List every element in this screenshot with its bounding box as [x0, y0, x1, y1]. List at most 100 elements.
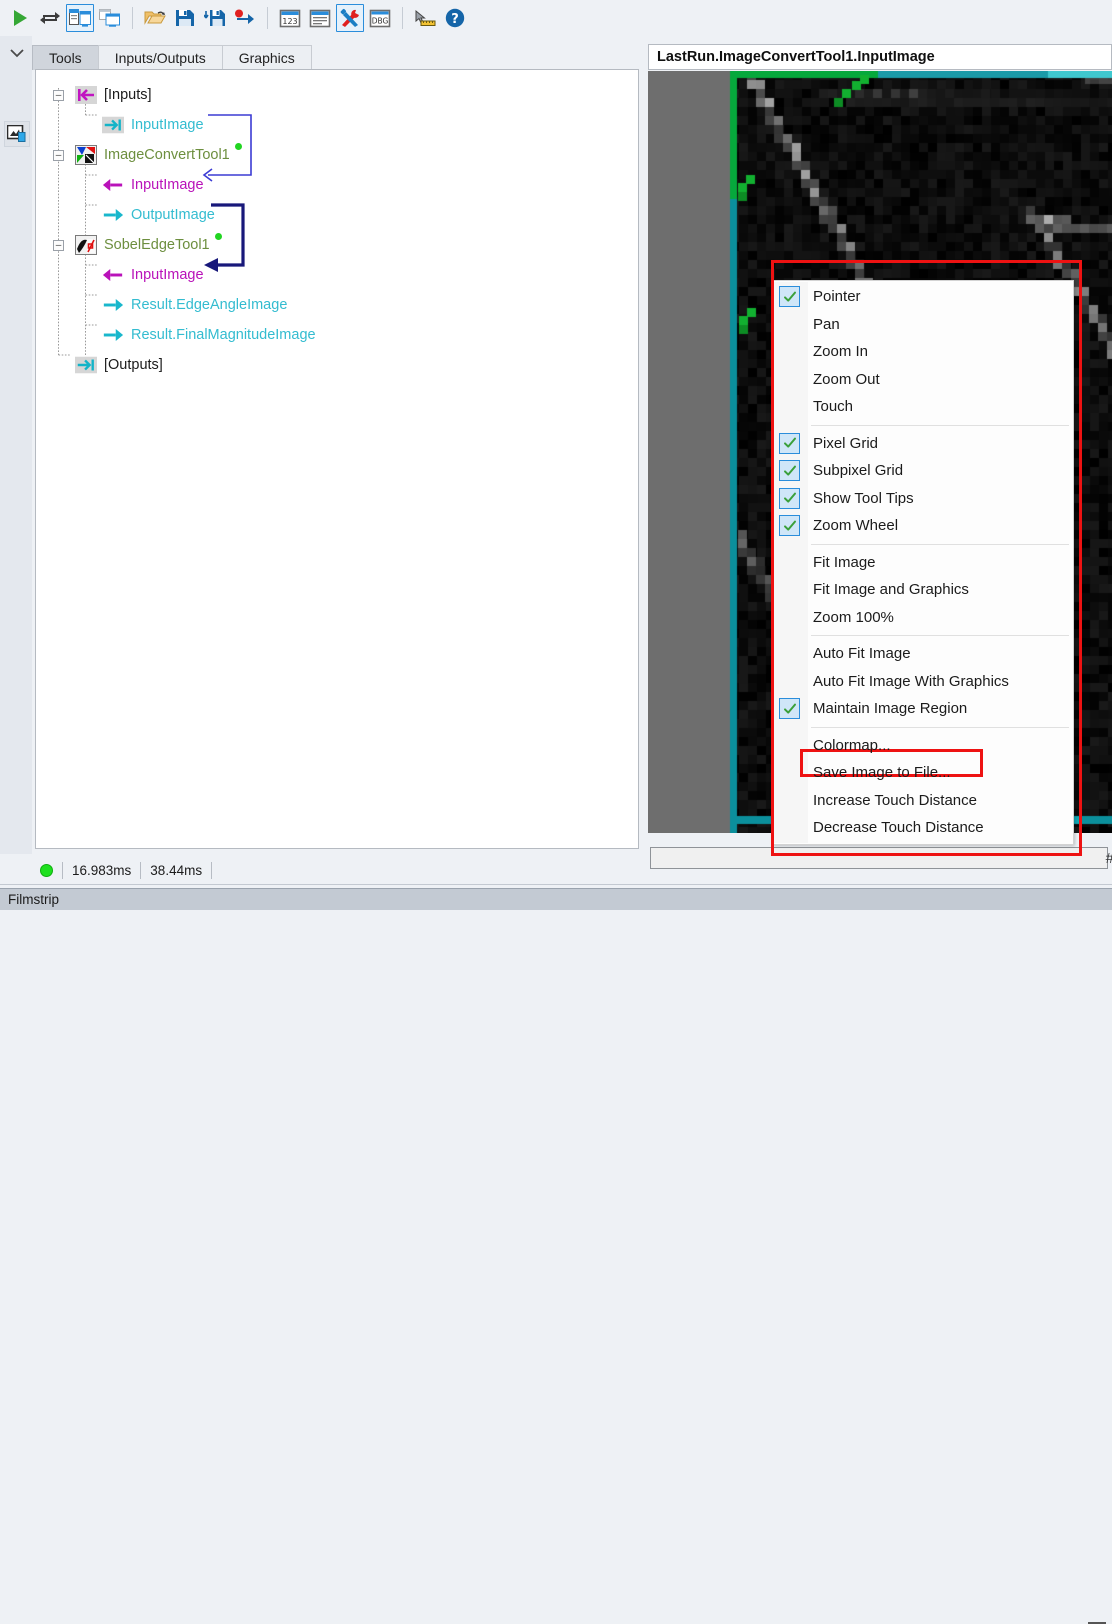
- filmstrip-label: Filmstrip: [8, 892, 59, 907]
- tree-row-sobel-inputimage[interactable]: InputImage: [36, 260, 638, 290]
- image-thumbnail-icon: [7, 125, 26, 142]
- tree-row-outputs[interactable]: [Outputs]: [36, 350, 638, 380]
- toolbar-separator: [267, 7, 268, 29]
- context-menu-item-label: Pointer: [813, 288, 861, 306]
- two-pane-window-icon: [69, 9, 91, 27]
- status-time-1: 16.983ms: [72, 862, 132, 878]
- open-job-button[interactable]: [141, 4, 169, 32]
- tools-button[interactable]: [336, 4, 364, 32]
- toolbar-separator: [132, 7, 133, 29]
- open-folder-icon: [144, 11, 166, 25]
- results-numeric-button[interactable]: 123: [276, 4, 304, 32]
- run-button[interactable]: [6, 4, 34, 32]
- context-menu-item-fit-image[interactable]: Fit Image: [773, 549, 1073, 577]
- context-menu-item-zoom-out[interactable]: Zoom Out: [773, 366, 1073, 394]
- tab-tools[interactable]: Tools: [32, 45, 99, 70]
- context-menu-item-label: Zoom Out: [813, 370, 880, 388]
- context-menu-item-auto-fit-image-with-graphics[interactable]: Auto Fit Image With Graphics: [773, 668, 1073, 696]
- context-menu-item-touch[interactable]: Touch: [773, 393, 1073, 421]
- tree-label-sobeledgetool1: SobelEdgeTool1: [104, 237, 210, 253]
- context-menu-item-save-image-to-file[interactable]: Save Image to File...: [773, 759, 1073, 787]
- context-menu-item-pointer[interactable]: Pointer: [773, 283, 1073, 311]
- expander-sobeledgetool1[interactable]: –: [53, 239, 64, 251]
- floppy-disk-icon: [176, 10, 194, 26]
- context-menu-item-label: Subpixel Grid: [813, 462, 904, 480]
- status-separator: [140, 861, 142, 879]
- check-icon: [779, 432, 800, 454]
- arrow-right-icon: [102, 295, 124, 315]
- record-button[interactable]: [231, 4, 259, 32]
- stacked-window-icon: [99, 9, 120, 27]
- save-job-button[interactable]: [171, 4, 199, 32]
- screwdriver-wrench-icon: [340, 8, 359, 27]
- image-horizontal-scrollbar[interactable]: [650, 847, 1108, 869]
- collapse-panel-button[interactable]: [8, 46, 26, 60]
- context-menu-item-label: Maintain Image Region: [813, 700, 968, 718]
- tree-row-inputs-inputimage[interactable]: InputImage: [36, 110, 638, 140]
- expander-inputs[interactable]: –: [53, 89, 64, 101]
- calibration-button[interactable]: [411, 4, 439, 32]
- tree-label-imageconverttool1: ImageConvertTool1: [104, 147, 230, 163]
- check-icon: [779, 460, 800, 482]
- context-menu-item-pan[interactable]: Pan: [773, 311, 1073, 339]
- chevron-down-icon: [10, 49, 24, 58]
- svg-text:?: ?: [451, 12, 459, 27]
- tree-row-sobeledgetool1[interactable]: – SobelEdgeTool1: [36, 230, 638, 260]
- debug-button[interactable]: DBG: [366, 4, 394, 32]
- context-menu-item-label: Increase Touch Distance: [813, 791, 977, 809]
- save-job-as-button[interactable]: [201, 4, 229, 32]
- display-context-menu[interactable]: Pointer Pan Zoom In Zoom Out Touch Pixel Grid…: [772, 280, 1074, 845]
- tool-tree-panel[interactable]: – [Inputs] InputImage – ImageConvertTool…: [35, 69, 639, 849]
- tree-label-sobel-finalmagnitudeimage: Result.FinalMagnitudeImage: [131, 327, 316, 343]
- show-tool-and-display-button[interactable]: [66, 4, 94, 32]
- application-window: 123 DBG ? Tools Inputs/Outputs Graphics …: [0, 0, 1112, 1624]
- tree-row-sobel-finalmagnitudeimage[interactable]: Result.FinalMagnitudeImage: [36, 320, 638, 350]
- context-menu-item-decrease-touch-distance[interactable]: Decrease Touch Distance: [773, 814, 1073, 842]
- status-separator: [211, 861, 213, 879]
- help-button[interactable]: ?: [441, 4, 469, 32]
- arrow-right-icon: [102, 205, 124, 225]
- expander-imageconverttool1[interactable]: –: [53, 149, 64, 161]
- show-display-only-button[interactable]: [96, 4, 124, 32]
- floppy-disk-down-icon: [204, 10, 225, 26]
- tab-inputs-outputs[interactable]: Inputs/Outputs: [97, 45, 223, 70]
- tree-row-imageconvert-outputimage[interactable]: OutputImage: [36, 200, 638, 230]
- context-menu-item-zoom-100[interactable]: Zoom 100%: [773, 604, 1073, 632]
- tool-tree: – [Inputs] InputImage – ImageConvertTool…: [36, 70, 638, 380]
- context-menu-item-zoom-wheel[interactable]: Zoom Wheel: [773, 512, 1073, 540]
- status-separator: [62, 861, 63, 879]
- tree-row-inputs[interactable]: – [Inputs]: [36, 80, 638, 110]
- context-menu-item-increase-touch-distance[interactable]: Increase Touch Distance: [773, 787, 1073, 815]
- red-dot-arrow-icon: [235, 9, 254, 24]
- ruler-cursor-icon: [415, 9, 436, 26]
- results-list-button[interactable]: [306, 4, 334, 32]
- tree-row-sobel-edgeangleimage[interactable]: Result.EdgeAngleImage: [36, 290, 638, 320]
- context-menu-items: Pointer Pan Zoom In Zoom Out Touch Pixel Grid…: [773, 283, 1073, 842]
- arrow-right-icon: [102, 325, 124, 345]
- filmstrip-bar[interactable]: Filmstrip: [0, 888, 1112, 910]
- run-continuous-button[interactable]: [36, 4, 64, 32]
- context-menu-separator: [811, 635, 1069, 636]
- context-menu-item-maintain-image-region[interactable]: Maintain Image Region: [773, 695, 1073, 723]
- tree-row-imageconverttool1[interactable]: – ImageConvertTool1: [36, 140, 638, 170]
- context-menu-separator: [811, 424, 1069, 426]
- outputs-arrow-icon: [75, 355, 97, 375]
- panel-divider: [0, 884, 1112, 885]
- tab-graphics[interactable]: Graphics: [221, 45, 312, 70]
- tree-row-imageconvert-inputimage[interactable]: InputImage: [36, 170, 638, 200]
- image-convert-tool-icon: [75, 145, 97, 165]
- context-menu-item-auto-fit-image[interactable]: Auto Fit Image: [773, 640, 1073, 668]
- context-menu-item-subpixel-grid[interactable]: Subpixel Grid: [773, 457, 1073, 485]
- left-rail: [0, 36, 32, 854]
- tab-tools-label: Tools: [49, 50, 82, 66]
- context-menu-item-show-tool-tips[interactable]: Show Tool Tips: [773, 485, 1073, 513]
- image-display-title: LastRun.ImageConvertTool1.InputImage: [648, 44, 1112, 70]
- context-menu-item-pixel-grid[interactable]: Pixel Grid: [773, 430, 1073, 458]
- context-menu-separator: [811, 543, 1069, 545]
- context-menu-item-colormap[interactable]: Colormap...: [773, 732, 1073, 760]
- context-menu-item-zoom-in[interactable]: Zoom In: [773, 338, 1073, 366]
- tool-status-ok-dot: [214, 233, 222, 240]
- context-menu-item-fit-image-and-graphics[interactable]: Fit Image and Graphics: [773, 576, 1073, 604]
- image-palette-button[interactable]: [4, 121, 30, 147]
- play-icon: [13, 10, 27, 26]
